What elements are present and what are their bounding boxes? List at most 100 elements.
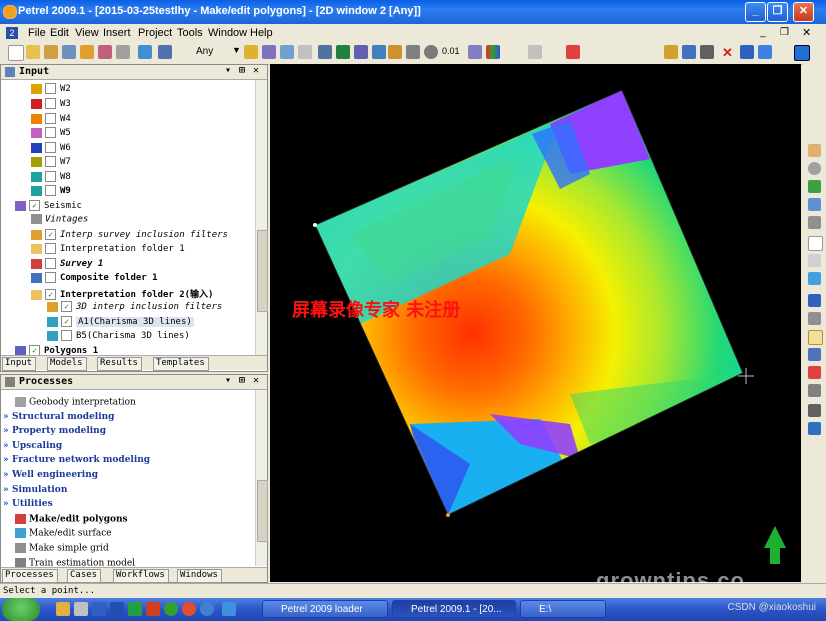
- menu-window[interactable]: Window: [208, 27, 247, 39]
- visibility-checkbox[interactable]: [45, 185, 56, 196]
- magic-icon[interactable]: [758, 45, 772, 59]
- tree-item[interactable]: Interpretation folder 1: [31, 243, 185, 257]
- panel-close-icon[interactable]: ✕: [253, 65, 259, 76]
- tab-results[interactable]: Results: [97, 357, 142, 371]
- visibility-checkbox[interactable]: [45, 83, 56, 94]
- process-item[interactable]: » Well engineering: [3, 470, 98, 484]
- process-item[interactable]: Make/edit surface: [3, 528, 112, 542]
- process-item[interactable]: » Upscaling: [3, 441, 62, 455]
- redo-icon[interactable]: [158, 45, 172, 59]
- visibility-checkbox[interactable]: [45, 243, 56, 254]
- fit-icon[interactable]: [700, 45, 714, 59]
- draw-tool-icon[interactable]: [318, 45, 332, 59]
- new-file-icon[interactable]: [8, 45, 24, 61]
- chevron-down-icon[interactable]: »: [3, 499, 12, 509]
- tree-item[interactable]: Composite folder 1: [31, 272, 158, 286]
- connect-icon[interactable]: [808, 422, 821, 435]
- tree-tool-icon[interactable]: [336, 45, 350, 59]
- process-item[interactable]: Make/edit polygons: [3, 513, 128, 528]
- visibility-checkbox[interactable]: [45, 127, 56, 138]
- tab-models[interactable]: Models: [47, 357, 87, 371]
- menu-file[interactable]: File: [28, 27, 46, 39]
- zoom-icon[interactable]: [808, 162, 821, 175]
- blue-app-icon[interactable]: [200, 602, 214, 616]
- tree-item[interactable]: Survey 1: [31, 258, 103, 272]
- visibility-checkbox[interactable]: ✓: [45, 289, 56, 300]
- cut-icon[interactable]: [808, 384, 821, 397]
- zoom-stepper-icon[interactable]: [468, 45, 482, 59]
- excel-icon[interactable]: [128, 602, 142, 616]
- minimize-button[interactable]: _: [745, 2, 766, 22]
- tab-windows[interactable]: Windows: [177, 569, 222, 583]
- menu-insert[interactable]: Insert: [103, 27, 131, 39]
- tree-item[interactable]: ✓ Seismic: [15, 200, 82, 214]
- ie-icon[interactable]: [222, 602, 236, 616]
- target-icon[interactable]: [388, 45, 402, 59]
- task-petrel-main[interactable]: Petrel 2009.1 - [20...: [392, 600, 516, 618]
- domain-dropdown[interactable]: Any: [196, 46, 213, 57]
- process-item[interactable]: Geobody interpretation: [3, 397, 136, 411]
- menu-view[interactable]: View: [75, 27, 99, 39]
- pin-icon[interactable]: ⊞: [239, 65, 245, 76]
- pick-point-icon[interactable]: [808, 348, 821, 361]
- tree-item[interactable]: ✓ Interp survey inclusion filters: [31, 229, 228, 243]
- tree-item[interactable]: ✓ A1(Charisma 3D lines): [47, 316, 194, 330]
- tree-item[interactable]: W4: [31, 113, 71, 127]
- pick-icon[interactable]: [566, 45, 580, 59]
- edit-tool-icon[interactable]: [262, 45, 276, 59]
- redo-icon[interactable]: [808, 312, 821, 325]
- select-point-icon[interactable]: [808, 254, 821, 267]
- quick-launch-icon[interactable]: [74, 602, 88, 616]
- mdi-restore-button[interactable]: ❐: [780, 27, 789, 38]
- visibility-checkbox[interactable]: ✓: [45, 229, 56, 240]
- layer-icon[interactable]: [808, 198, 821, 211]
- chevron-down-icon[interactable]: »: [3, 470, 12, 480]
- pin-icon[interactable]: ⊞: [239, 375, 245, 386]
- window-tool-icon[interactable]: [280, 45, 294, 59]
- tab-workflows[interactable]: Workflows: [113, 569, 169, 583]
- petrel-app-icon[interactable]: [3, 5, 17, 19]
- tree-item[interactable]: W9: [31, 185, 71, 199]
- chevron-down-icon[interactable]: »: [3, 455, 12, 465]
- delete-icon[interactable]: ✕: [722, 45, 733, 61]
- word-icon[interactable]: [110, 602, 124, 616]
- tree-item[interactable]: W5: [31, 127, 71, 141]
- tree-item[interactable]: W3: [31, 98, 71, 112]
- tab-processes[interactable]: Processes: [2, 569, 58, 583]
- undo-icon[interactable]: [138, 45, 152, 59]
- visibility-checkbox[interactable]: [45, 171, 56, 182]
- menu-help[interactable]: Help: [250, 27, 273, 39]
- rotate-icon[interactable]: [406, 45, 420, 59]
- colorbar-icon[interactable]: [486, 45, 500, 59]
- sphere-icon[interactable]: [424, 45, 438, 59]
- chevron-down-icon[interactable]: »: [3, 426, 12, 436]
- pick-line-icon[interactable]: [808, 366, 821, 379]
- undo-icon[interactable]: [808, 294, 821, 307]
- process-item[interactable]: Make simple grid: [3, 543, 109, 557]
- mdi-minimize-button[interactable]: _: [760, 27, 766, 38]
- visibility-checkbox[interactable]: [61, 330, 72, 341]
- process-item[interactable]: » Structural modeling: [3, 412, 114, 426]
- task-petrel-loader[interactable]: Petrel 2009 loader: [262, 600, 388, 618]
- panel-menu-icon[interactable]: ▾: [225, 65, 231, 76]
- visibility-checkbox[interactable]: [45, 113, 56, 124]
- visibility-checkbox[interactable]: ✓: [29, 200, 40, 211]
- menu-project[interactable]: Project: [138, 27, 172, 39]
- process-item[interactable]: » Simulation: [3, 485, 67, 499]
- link-icon[interactable]: [740, 45, 754, 59]
- tree-item[interactable]: W2: [31, 83, 71, 97]
- close-button[interactable]: ✕: [793, 2, 814, 22]
- tree-item[interactable]: Vintages: [31, 214, 88, 228]
- tab-input[interactable]: Input: [2, 357, 37, 371]
- pointer-tool-icon[interactable]: [244, 45, 258, 59]
- menu-edit[interactable]: Edit: [50, 27, 69, 39]
- open-project-icon[interactable]: [44, 45, 58, 59]
- powerpoint-icon[interactable]: [146, 602, 160, 616]
- panel-menu-icon[interactable]: ▾: [225, 375, 231, 386]
- tree-item[interactable]: ✓ Interpretation folder 2(输入): [31, 287, 213, 301]
- process-item[interactable]: » Fracture network modeling: [3, 455, 150, 469]
- scroll-thumb[interactable]: [257, 230, 268, 312]
- list-icon[interactable]: [682, 45, 696, 59]
- open-folder-icon[interactable]: [26, 45, 40, 59]
- visibility-checkbox[interactable]: [45, 142, 56, 153]
